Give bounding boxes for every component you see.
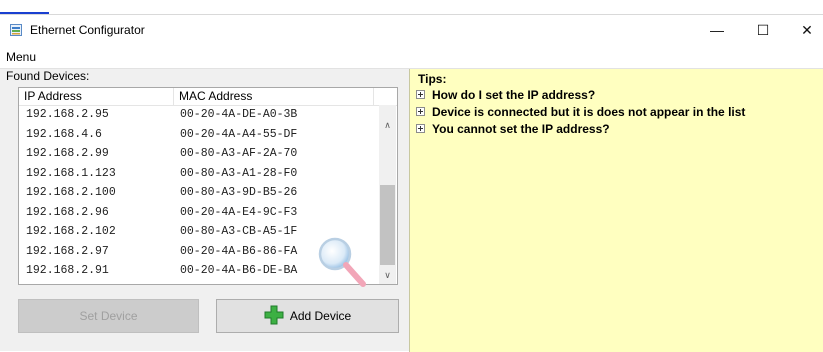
tip-item-set-ip[interactable]: How do I set the IP address? (416, 88, 595, 104)
table-row[interactable]: 192.168.2.96 00-20-4A-E4-9C-F3 (19, 203, 377, 223)
ip-cell: 192.168.2.97 (26, 244, 109, 258)
ip-cell: 192.168.2.95 (26, 108, 109, 121)
ip-cell: 192.168.4.6 (26, 127, 102, 141)
ip-cell: 192.168.2.96 (26, 205, 109, 219)
mac-cell: 00-80-A3-CB-A5-1F (180, 225, 298, 238)
title-bar: Ethernet Configurator — ☐ ✕ (0, 15, 823, 46)
menu-bar: Menu (0, 46, 823, 69)
tip-item-not-in-list[interactable]: Device is connected but it is does not a… (416, 105, 745, 121)
expand-plus-icon[interactable] (416, 124, 425, 134)
mac-cell: 00-20-4A-B6-DE-BA (180, 264, 298, 277)
tips-panel: Tips: How do I set the IP address? Devic… (409, 69, 823, 352)
tip-text: How do I set the IP address? (432, 88, 596, 102)
expand-plus-icon[interactable] (416, 107, 425, 117)
scroll-down-icon[interactable]: ∨ (379, 267, 396, 284)
found-devices-label: Found Devices: (6, 69, 90, 83)
expand-plus-icon[interactable] (416, 90, 425, 100)
menu-item-menu[interactable]: Menu (6, 50, 36, 64)
table-row[interactable]: 192.168.2.95 00-20-4A-DE-A0-3B (19, 105, 377, 125)
ip-cell: 192.168.2.100 (26, 186, 116, 199)
column-header-ip[interactable]: IP Address (19, 88, 174, 105)
table-row[interactable]: 192.168.4.6 00-20-4A-A4-55-DF (19, 125, 377, 145)
scrollbar-thumb[interactable] (380, 185, 395, 265)
tips-title: Tips: (418, 72, 447, 86)
mac-cell: 00-20-4A-E4-9C-F3 (180, 205, 298, 219)
mac-cell: 00-20-4A-A4-55-DF (180, 127, 298, 141)
mac-cell: 00-80-A3-AF-2A-70 (180, 147, 298, 160)
tip-text: Device is connected but it is does not a… (432, 105, 746, 119)
top-link[interactable] (0, 0, 49, 14)
window-title: Ethernet Configurator (30, 23, 145, 37)
add-device-button[interactable]: Add Device (216, 299, 399, 333)
ip-cell: 192.168.2.102 (26, 225, 116, 238)
set-device-button[interactable]: Set Device (18, 299, 199, 333)
list-scrollbar[interactable]: ∧ ∨ (379, 105, 396, 284)
mac-cell: 00-80-A3-A1-28-F0 (180, 166, 298, 180)
ip-cell: 192.168.2.99 (26, 147, 109, 160)
minimize-button[interactable]: — (694, 15, 740, 46)
ip-cell: 192.168.2.91 (26, 264, 109, 277)
network-configurator-icon (10, 24, 22, 36)
plus-icon (264, 305, 284, 325)
maximize-button[interactable]: ☐ (740, 15, 786, 46)
close-button[interactable]: ✕ (784, 15, 823, 46)
mac-cell: 00-20-4A-DE-A0-3B (180, 108, 298, 121)
table-row[interactable]: 192.168.2.100 00-80-A3-9D-B5-26 (19, 183, 377, 203)
tip-text: You cannot set the IP address? (432, 122, 610, 136)
magnifier-icon (318, 237, 366, 287)
tip-item-cannot-set-ip[interactable]: You cannot set the IP address? (416, 122, 610, 138)
ip-cell: 192.168.1.123 (26, 166, 116, 180)
table-row[interactable]: 192.168.1.123 00-80-A3-A1-28-F0 (19, 164, 377, 184)
table-row[interactable]: 192.168.2.99 00-80-A3-AF-2A-70 (19, 144, 377, 164)
mac-cell: 00-20-4A-B6-86-FA (180, 244, 298, 258)
mac-cell: 00-80-A3-9D-B5-26 (180, 186, 298, 199)
app-window: Ethernet Configurator — ☐ ✕ Menu Found D… (0, 14, 823, 352)
list-header: IP Address MAC Address (19, 88, 397, 106)
add-device-label: Add Device (289, 309, 352, 323)
column-header-mac[interactable]: MAC Address (174, 88, 374, 105)
scroll-up-icon[interactable]: ∧ (379, 117, 396, 134)
